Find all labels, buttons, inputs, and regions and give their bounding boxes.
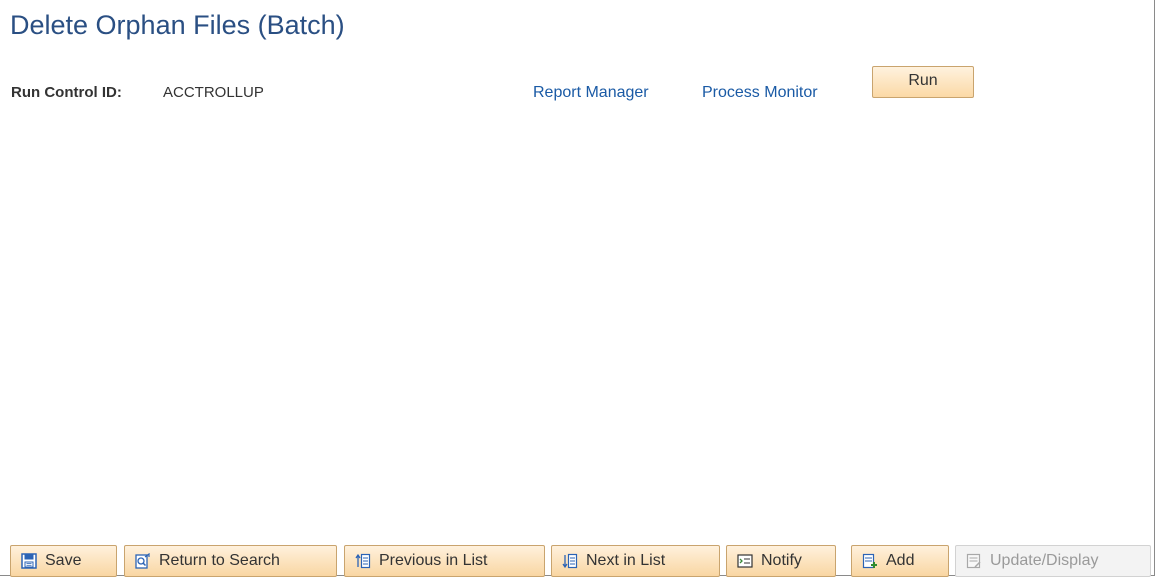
report-manager-link[interactable]: Report Manager [533, 84, 649, 102]
run-control-label: Run Control ID: [11, 84, 122, 101]
add-icon [862, 553, 877, 569]
previous-in-list-button[interactable]: Previous in List [344, 545, 545, 577]
search-return-icon [135, 553, 150, 569]
notify-label: Notify [761, 552, 802, 569]
save-button[interactable]: Save [10, 545, 117, 577]
notify-button[interactable]: Notify [726, 545, 836, 577]
update-display-icon [966, 553, 981, 569]
next-in-list-label: Next in List [586, 552, 666, 569]
next-list-icon [562, 553, 578, 569]
save-label: Save [45, 552, 82, 569]
page-title: Delete Orphan Files (Batch) [10, 10, 345, 40]
save-icon [21, 553, 37, 569]
next-in-list-button[interactable]: Next in List [551, 545, 720, 577]
update-display-button[interactable]: Update/Display [955, 545, 1151, 577]
add-button[interactable]: Add [851, 545, 949, 577]
add-label: Add [886, 552, 915, 569]
previous-list-icon [355, 553, 371, 569]
update-display-label: Update/Display [990, 552, 1099, 569]
previous-in-list-label: Previous in List [379, 552, 488, 569]
return-to-search-button[interactable]: Return to Search [124, 545, 337, 577]
bottom-toolbar: Save Return to Search Previous in List N… [0, 545, 1156, 577]
return-to-search-label: Return to Search [159, 552, 280, 569]
notify-icon [737, 554, 753, 568]
run-control-value: ACCTROLLUP [163, 84, 264, 101]
process-monitor-link[interactable]: Process Monitor [702, 84, 818, 102]
run-button[interactable]: Run [872, 66, 974, 98]
